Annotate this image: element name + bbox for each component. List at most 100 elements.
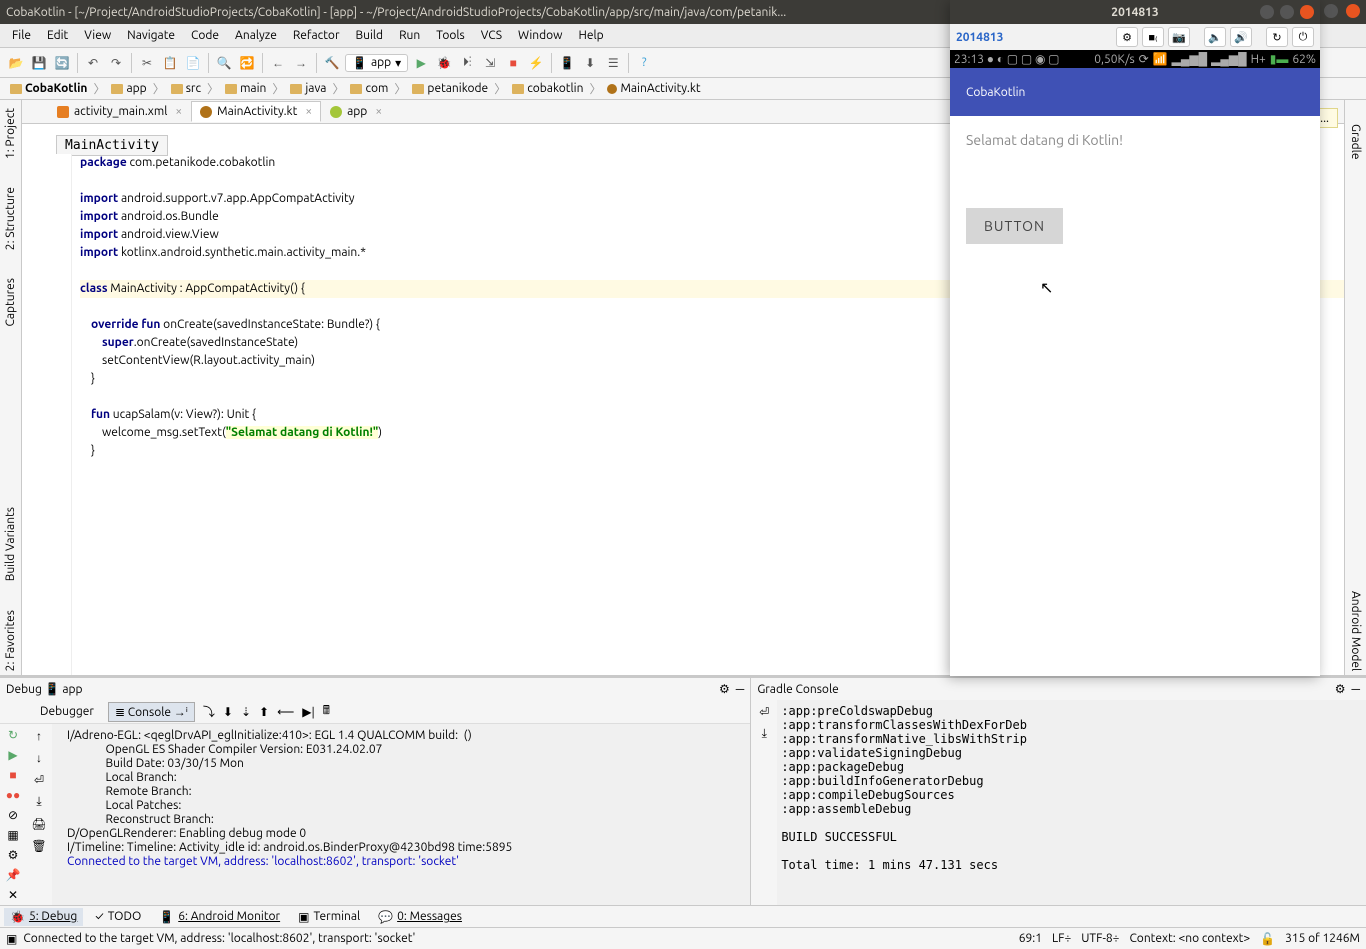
bottom-tab-todo[interactable]: ✓ TODO bbox=[89, 908, 147, 925]
close-icon[interactable]: × bbox=[305, 105, 312, 118]
wrap-icon[interactable]: ⏎ bbox=[756, 704, 772, 720]
scroll-end-icon[interactable]: ⤓ bbox=[31, 794, 47, 810]
maximize-icon[interactable] bbox=[1280, 5, 1294, 19]
crumb-main[interactable]: main bbox=[221, 82, 270, 95]
close-icon[interactable]: × bbox=[375, 105, 382, 118]
bottom-tab-messages[interactable]: 💬 0: Messages bbox=[372, 908, 468, 926]
mute-breakpoints-icon[interactable]: ⊘ bbox=[5, 808, 21, 822]
gradle-output[interactable]: :app:preColdswapDebug :app:transformClas… bbox=[777, 700, 1366, 905]
make-icon[interactable]: 🔨 bbox=[322, 53, 342, 73]
menu-help[interactable]: Help bbox=[570, 29, 611, 42]
menu-run[interactable]: Run bbox=[391, 29, 428, 42]
console-output[interactable]: I/Adreno-EGL: <qeglDrvAPI_eglInitialize:… bbox=[52, 724, 750, 905]
replace-icon[interactable]: 🔁 bbox=[237, 53, 257, 73]
file-encoding[interactable]: UTF-8÷ bbox=[1081, 932, 1119, 945]
scroll-end-icon[interactable]: ⤓ bbox=[756, 726, 772, 742]
bottom-tab-terminal[interactable]: ▣ Terminal bbox=[292, 908, 366, 926]
breakpoints-icon[interactable]: ●● bbox=[5, 788, 21, 802]
gear-icon[interactable]: ⚙ bbox=[719, 682, 730, 696]
run-config-selector[interactable]: 📱 app ▾ bbox=[345, 54, 408, 72]
back-icon[interactable]: ← bbox=[268, 53, 288, 73]
menu-code[interactable]: Code bbox=[183, 29, 227, 42]
stop-icon[interactable]: ■ bbox=[5, 768, 21, 782]
minimize-icon[interactable]: ─ bbox=[736, 682, 745, 696]
menu-build[interactable]: Build bbox=[348, 29, 392, 42]
close-panel-icon[interactable]: ✕ bbox=[5, 888, 21, 902]
tool-captures[interactable]: Captures bbox=[2, 274, 19, 331]
minimize-icon[interactable] bbox=[1260, 5, 1274, 19]
avd-manager-icon[interactable]: 📱 bbox=[557, 53, 577, 73]
tab-console[interactable]: ≣ Console →ⁱ bbox=[108, 702, 195, 722]
crumb-java[interactable]: java bbox=[286, 82, 330, 95]
tool-windows-icon[interactable]: ▣ bbox=[6, 932, 17, 946]
instant-run-icon[interactable]: ⚡ bbox=[526, 53, 546, 73]
record-video-icon[interactable]: ■₍ bbox=[1142, 27, 1164, 47]
line-separator[interactable]: LF÷ bbox=[1052, 932, 1071, 945]
clear-icon[interactable]: 🗑 bbox=[31, 838, 47, 854]
tool-gradle[interactable]: Gradle bbox=[1347, 120, 1364, 163]
close-icon[interactable]: × bbox=[175, 105, 182, 118]
wrap-icon[interactable]: ⏎ bbox=[31, 772, 47, 788]
tool-favorites[interactable]: 2: Favorites bbox=[2, 606, 19, 675]
copy-icon[interactable]: 📋 bbox=[160, 53, 180, 73]
tab-app[interactable]: app × bbox=[321, 101, 391, 122]
tab-activity-main-xml[interactable]: activity_main.xml × bbox=[48, 101, 191, 122]
run-to-cursor-icon[interactable]: ▶| bbox=[302, 705, 314, 719]
force-step-into-icon[interactable]: ⇣ bbox=[241, 705, 251, 719]
rerun-icon[interactable]: ↻ bbox=[5, 728, 21, 742]
layout-icon[interactable]: ▦ bbox=[5, 828, 21, 842]
gear-icon[interactable]: ⚙ bbox=[1116, 27, 1138, 47]
profile-icon[interactable]: ⏵⁝ bbox=[457, 53, 477, 73]
context-selector[interactable]: Context: <no context> bbox=[1129, 932, 1250, 945]
cut-icon[interactable]: ✂ bbox=[137, 53, 157, 73]
step-over-icon[interactable]: ⤵ bbox=[203, 703, 215, 720]
camera-icon[interactable]: 📷 bbox=[1168, 27, 1190, 47]
tab-debugger[interactable]: Debugger bbox=[34, 703, 100, 720]
cursor-position[interactable]: 69:1 bbox=[1019, 932, 1042, 945]
crumb-com[interactable]: com bbox=[346, 82, 392, 95]
menu-tools[interactable]: Tools bbox=[428, 29, 473, 42]
debug-icon[interactable]: 🐞 bbox=[434, 53, 454, 73]
tool-android-model[interactable]: Android Model bbox=[1347, 587, 1364, 675]
print-icon[interactable]: 🖨 bbox=[31, 816, 47, 832]
menu-vcs[interactable]: VCS bbox=[473, 29, 510, 42]
memory-indicator[interactable]: 315 of 1246M bbox=[1285, 932, 1360, 945]
run-icon[interactable]: ▶ bbox=[411, 53, 431, 73]
paste-icon[interactable]: 📄 bbox=[183, 53, 203, 73]
drop-frame-icon[interactable]: ⟵ bbox=[277, 705, 294, 719]
open-icon[interactable]: 📂 bbox=[6, 53, 26, 73]
tool-build-variants[interactable]: Build Variants bbox=[2, 503, 19, 585]
attach-debugger-icon[interactable]: ⇲ bbox=[480, 53, 500, 73]
forward-icon[interactable]: → bbox=[291, 53, 311, 73]
crumb-project[interactable]: CobaKotlin bbox=[6, 82, 91, 95]
down-icon[interactable]: ↓ bbox=[31, 750, 47, 766]
crumb-petanikode[interactable]: petanikode bbox=[408, 82, 492, 95]
redo-icon[interactable]: ↷ bbox=[106, 53, 126, 73]
close-icon[interactable] bbox=[1300, 5, 1314, 19]
project-structure-icon[interactable]: ☰ bbox=[603, 53, 623, 73]
close-icon[interactable] bbox=[1346, 4, 1360, 18]
menu-refactor[interactable]: Refactor bbox=[285, 29, 348, 42]
rotate-icon[interactable]: ↻ bbox=[1266, 27, 1288, 47]
tab-mainactivity-kt[interactable]: MainActivity.kt × bbox=[191, 101, 321, 122]
pin-icon[interactable]: 📌 bbox=[5, 868, 21, 882]
step-into-icon[interactable]: ⬇ bbox=[223, 705, 233, 719]
minimize-icon[interactable]: ─ bbox=[1351, 682, 1360, 696]
menu-navigate[interactable]: Navigate bbox=[119, 29, 183, 42]
menu-file[interactable]: File bbox=[4, 29, 39, 42]
crumb-src[interactable]: src bbox=[167, 82, 205, 95]
undo-icon[interactable]: ↶ bbox=[83, 53, 103, 73]
crumb-file[interactable]: MainActivity.kt bbox=[603, 82, 704, 95]
menu-window[interactable]: Window bbox=[510, 29, 570, 42]
menu-edit[interactable]: Edit bbox=[39, 29, 76, 42]
stop-icon[interactable]: ■ bbox=[503, 53, 523, 73]
gear-icon[interactable]: ⚙ bbox=[1335, 682, 1346, 696]
lock-icon[interactable]: 🔓 bbox=[1260, 932, 1275, 946]
settings-icon[interactable]: ⚙ bbox=[5, 848, 21, 862]
find-icon[interactable]: 🔍 bbox=[214, 53, 234, 73]
bottom-tab-debug[interactable]: 🐞 5: Debug bbox=[4, 908, 83, 926]
resume-icon[interactable]: ▶ bbox=[5, 748, 21, 762]
step-out-icon[interactable]: ⬆ bbox=[259, 705, 269, 719]
crumb-app[interactable]: app bbox=[107, 82, 150, 95]
volume-up-icon[interactable]: 🔊 bbox=[1230, 27, 1252, 47]
